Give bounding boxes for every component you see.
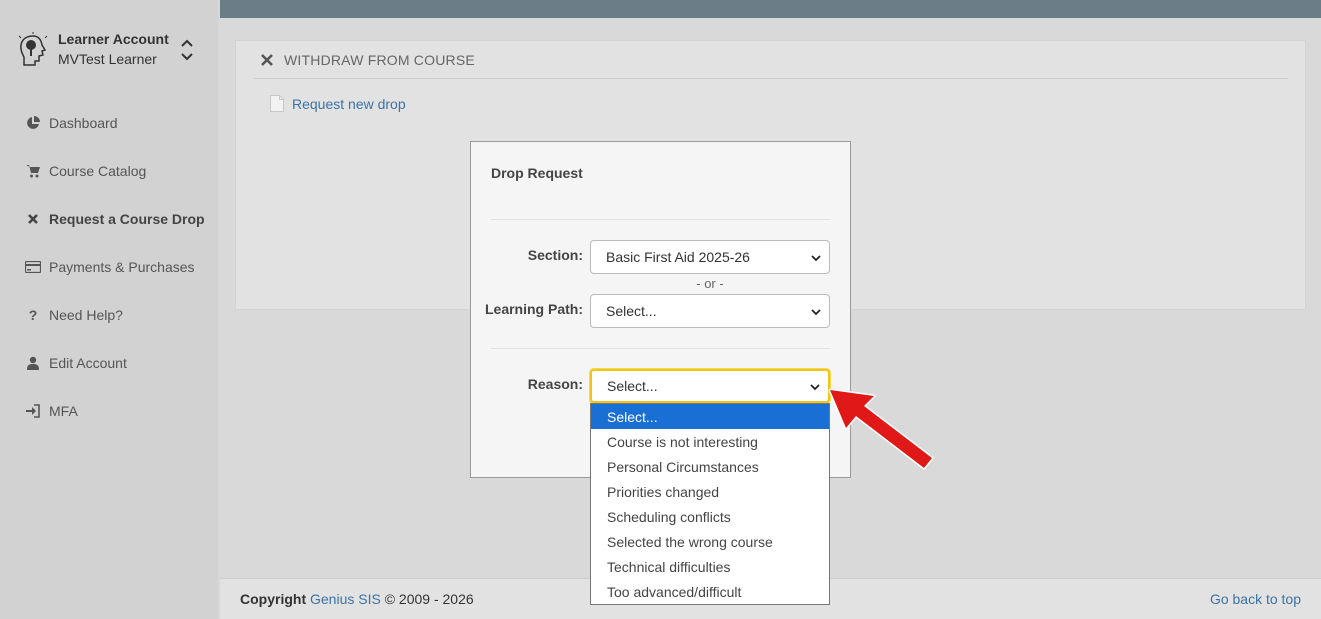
copyright-label: Copyright (240, 591, 307, 607)
reason-select[interactable]: Select... (590, 369, 830, 403)
copyright: Copyright Genius SIS © 2009 - 2026 (240, 591, 474, 607)
chevron-down-icon (811, 255, 821, 262)
or-separator: - or - (696, 276, 724, 291)
account-switcher[interactable]: Learner Account MVTest Learner (16, 30, 206, 72)
sidebar-item-mfa[interactable]: MFA (0, 387, 218, 435)
cart-icon (25, 163, 41, 179)
account-user: MVTest Learner (58, 51, 157, 67)
divider (491, 219, 830, 220)
sidebar-item-label: Need Help? (49, 307, 123, 323)
annotation-arrow-icon (828, 388, 934, 470)
reason-option[interactable]: Scheduling conflicts (591, 504, 829, 529)
sidebar-item-label: Course Catalog (49, 163, 147, 179)
reason-option[interactable]: Selected the wrong course (591, 529, 829, 554)
sidebar-item-need-help[interactable]: ? Need Help? (0, 291, 218, 339)
learner-head-icon (18, 32, 48, 66)
section-label: Section: (527, 247, 583, 263)
pie-chart-icon (25, 115, 41, 131)
chevron-down-icon (811, 309, 821, 316)
reason-option[interactable]: Priorities changed (591, 479, 829, 504)
account-title: Learner Account (58, 31, 169, 47)
sidebar-item-dashboard[interactable]: Dashboard (0, 99, 218, 147)
sign-in-icon (25, 403, 41, 419)
chevron-up-down-icon[interactable] (180, 38, 194, 62)
sidebar-item-label: MFA (49, 403, 78, 419)
panel-header: WITHDRAW FROM COURSE (254, 41, 1288, 79)
sidebar-item-edit-account[interactable]: Edit Account (0, 339, 218, 387)
document-icon (270, 95, 284, 112)
section-select-value: Basic First Aid 2025-26 (606, 249, 750, 265)
reason-option[interactable]: Select... (591, 404, 829, 429)
chevron-down-icon (810, 384, 820, 391)
company-link[interactable]: Genius SIS (310, 591, 381, 607)
divider (491, 348, 830, 349)
learning-path-select[interactable]: Select... (590, 294, 830, 328)
learning-path-label: Learning Path: (484, 301, 583, 317)
modal-title: Drop Request (491, 165, 583, 181)
reason-option[interactable]: Too advanced/difficult (591, 579, 829, 604)
credit-card-icon (25, 259, 41, 275)
panel-title: WITHDRAW FROM COURSE (284, 51, 475, 68)
sidebar-item-payments[interactable]: Payments & Purchases (0, 243, 218, 291)
reason-option[interactable]: Technical difficulties (591, 554, 829, 579)
back-to-top-link[interactable]: Go back to top (1210, 591, 1301, 607)
learning-path-select-value: Select... (606, 303, 657, 319)
close-icon (25, 211, 41, 227)
user-icon (25, 355, 41, 371)
request-new-drop-text[interactable]: Request new drop (292, 96, 406, 112)
reason-select-value: Select... (607, 378, 658, 394)
reason-option[interactable]: Personal Circumstances (591, 454, 829, 479)
reason-option[interactable]: Course is not interesting (591, 429, 829, 454)
sidebar-item-label: Dashboard (49, 115, 118, 131)
sidebar: Learner Account MVTest Learner Dashboard… (0, 0, 218, 619)
close-icon (261, 53, 273, 66)
copyright-years: © 2009 - 2026 (384, 591, 474, 607)
section-select[interactable]: Basic First Aid 2025-26 (590, 240, 830, 274)
top-bar (220, 0, 1321, 18)
sidebar-item-label: Payments & Purchases (49, 259, 195, 275)
sidebar-item-course-catalog[interactable]: Course Catalog (0, 147, 218, 195)
reason-label: Reason: (527, 376, 583, 392)
sidebar-item-label: Edit Account (49, 355, 127, 371)
request-new-drop-link[interactable]: Request new drop (270, 95, 406, 112)
reason-dropdown-list: Select... Course is not interesting Pers… (590, 403, 830, 605)
sidebar-nav: Dashboard Course Catalog Request a Cours… (0, 99, 218, 435)
question-icon: ? (28, 307, 38, 323)
sidebar-item-label: Request a Course Drop (49, 211, 205, 227)
sidebar-item-request-course-drop[interactable]: Request a Course Drop (0, 195, 218, 243)
